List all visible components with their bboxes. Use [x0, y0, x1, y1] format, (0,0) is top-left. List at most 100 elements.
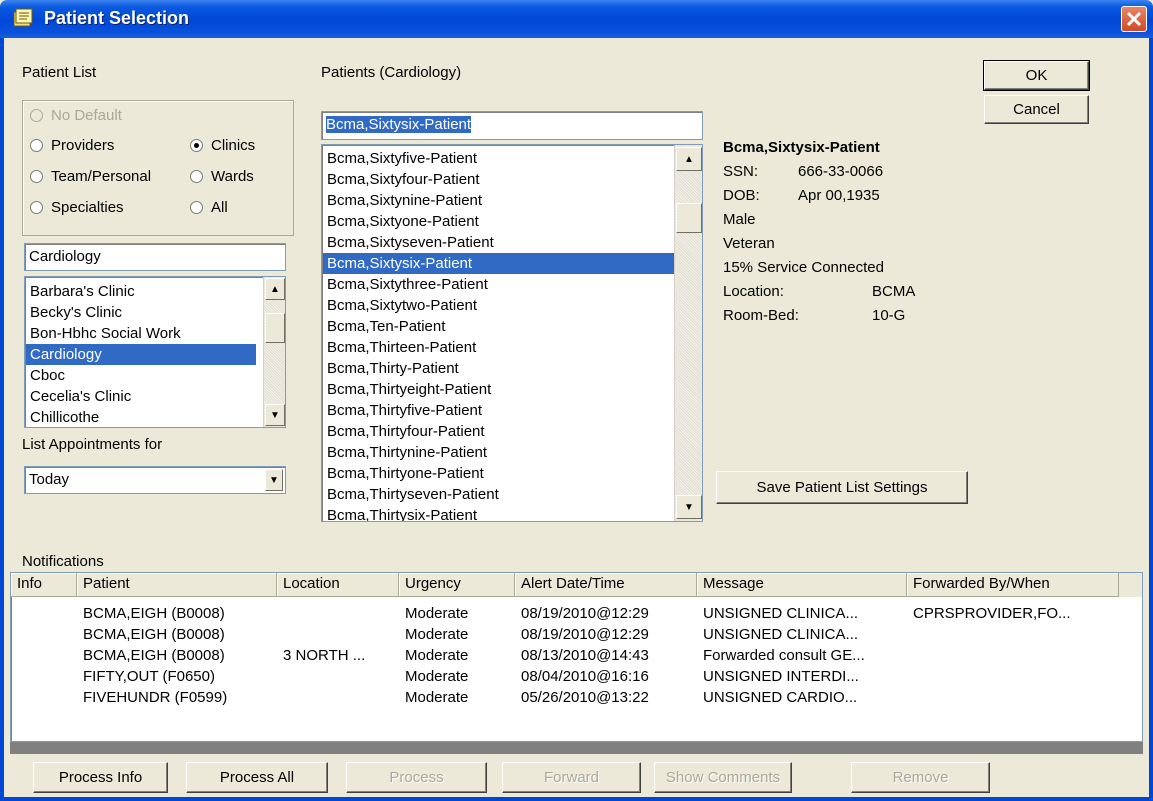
scroll-up-button[interactable]: ▲: [265, 278, 285, 300]
clinic-list-item[interactable]: Cardiology: [26, 344, 256, 365]
clinic-listbox[interactable]: Barbara's Clinic Becky's Clinic Bon-Hbhc S…: [24, 276, 286, 428]
patient-list-item[interactable]: Bcma,Sixtythree-Patient: [323, 274, 677, 295]
radio-dot: [30, 201, 43, 214]
notification-row[interactable]: BCMA,EIGH (B0008) 3 NORTH ... Moderate 08/1…: [11, 645, 1119, 666]
roombed-value: 10-G: [872, 307, 906, 324]
save-patient-list-settings-button[interactable]: Save Patient List Settings: [716, 471, 968, 504]
sex-value: Male: [723, 211, 756, 228]
cell-forwarded: [907, 624, 1119, 645]
notification-row[interactable]: FIVEHUNDR (F0599) Moderate 05/26/2010@13:2…: [11, 687, 1119, 708]
patient-list-item[interactable]: Bcma,Thirteen-Patient: [323, 337, 677, 358]
column-header[interactable]: Urgency: [399, 573, 515, 597]
notifications-table[interactable]: Info Patient Location Urgency Alert Date/Tim…: [10, 572, 1143, 742]
patient-list-item[interactable]: Bcma,Sixtytwo-Patient: [323, 295, 677, 316]
scroll-thumb[interactable]: [676, 203, 702, 233]
patient-list-item[interactable]: Bcma,Thirtyseven-Patient: [323, 484, 677, 505]
process-button[interactable]: Process: [346, 762, 487, 793]
patient-list-item[interactable]: Bcma,Sixtynine-Patient: [323, 190, 677, 211]
clinic-search-input[interactable]: Cardiology: [24, 243, 286, 271]
scroll-thumb[interactable]: [265, 313, 285, 343]
radio-all[interactable]: All: [190, 199, 228, 216]
column-header[interactable]: Message: [697, 573, 907, 597]
patient-list-item[interactable]: Bcma,Thirtyfour-Patient: [323, 421, 677, 442]
ssn-value: 666-33-0066: [798, 163, 884, 180]
cancel-button[interactable]: Cancel: [984, 95, 1089, 124]
clinic-list-item[interactable]: Becky's Clinic: [26, 302, 256, 323]
show-comments-button[interactable]: Show Comments: [654, 762, 792, 793]
scroll-up-button[interactable]: ▲: [676, 147, 702, 171]
patient-list-item[interactable]: Bcma,Sixtyone-Patient: [323, 211, 677, 232]
clinic-list-item[interactable]: Bon-Hbhc Social Work: [26, 323, 256, 344]
patient-list-item[interactable]: Bcma,Thirty-Patient: [323, 358, 677, 379]
notepad-icon: [13, 8, 33, 27]
radio-label: All: [211, 199, 228, 216]
patient-list-item[interactable]: Bcma,Ten-Patient: [323, 316, 677, 337]
up-arrow-icon: ▲: [270, 283, 280, 295]
ok-button[interactable]: OK: [983, 60, 1090, 91]
patient-search-input[interactable]: Bcma,Sixtysix-Patient: [321, 111, 703, 140]
patient-list-item[interactable]: Bcma,Thirtysix-Patient: [323, 505, 677, 521]
cell-forwarded: [907, 687, 1119, 708]
radio-clinics[interactable]: Clinics: [190, 137, 255, 154]
clinic-list-item[interactable]: Barbara's Clinic: [26, 281, 256, 302]
radio-label: No Default: [51, 107, 122, 124]
cell-datetime: 08/04/2010@16:16: [521, 668, 649, 685]
radio-specialties[interactable]: Specialties: [30, 199, 124, 216]
radio-dot: [190, 139, 203, 152]
radio-providers[interactable]: Providers: [30, 137, 114, 154]
cell-message: Forwarded consult GE...: [703, 647, 865, 664]
cell-urgency: Moderate: [405, 668, 469, 685]
clinic-list-item[interactable]: Cboc: [26, 365, 256, 386]
remove-button[interactable]: Remove: [851, 762, 990, 793]
cell-location: [277, 603, 399, 624]
cell-urgency: Moderate: [405, 626, 469, 643]
scroll-down-button[interactable]: ▼: [265, 404, 285, 426]
cell-message: UNSIGNED INTERDI...: [703, 668, 859, 685]
radio-label: Team/Personal: [51, 168, 152, 185]
patient-list-item[interactable]: Bcma,Sixtyseven-Patient: [323, 232, 677, 253]
notification-row[interactable]: BCMA,EIGH (B0008) Moderate 08/19/2010@12:2…: [11, 624, 1119, 645]
column-header[interactable]: Alert Date/Time: [515, 573, 697, 597]
process-all-button[interactable]: Process All: [186, 762, 328, 793]
down-arrow-icon: ▼: [270, 409, 280, 421]
radio-dot: [30, 170, 43, 183]
process-info-button[interactable]: Process Info: [33, 762, 168, 793]
clinic-list-item[interactable]: Chillicothe: [26, 407, 256, 427]
notification-row[interactable]: BCMA,EIGH (B0008) Moderate 08/19/2010@12:2…: [11, 603, 1119, 624]
patient-list-item[interactable]: Bcma,Thirtyfive-Patient: [323, 400, 677, 421]
cell-patient: BCMA,EIGH (B0008): [83, 626, 225, 643]
roombed-label: Room-Bed:: [723, 307, 799, 324]
cell-urgency: Moderate: [405, 647, 469, 664]
column-header[interactable]: Patient: [77, 573, 277, 597]
patient-list-item[interactable]: Bcma,Thirtynine-Patient: [323, 442, 677, 463]
patient-list-item[interactable]: Bcma,Sixtyfive-Patient: [323, 148, 677, 169]
radio-no-default[interactable]: No Default: [30, 107, 122, 124]
cell-location: 3 NORTH ...: [283, 647, 366, 664]
forward-button[interactable]: Forward: [502, 762, 641, 793]
patient-selection-window: Patient Selection Patient List No Defaul…: [0, 0, 1153, 801]
column-header[interactable]: Forwarded By/When: [907, 573, 1119, 597]
column-header[interactable]: Location: [277, 573, 399, 597]
patient-list-item[interactable]: Bcma,Thirtyeight-Patient: [323, 379, 677, 400]
cell-datetime: 08/13/2010@14:43: [521, 647, 649, 664]
dropdown-button[interactable]: ▼: [265, 469, 283, 491]
radio-label: Specialties: [51, 199, 124, 216]
radio-dot: [190, 201, 203, 214]
close-button[interactable]: [1121, 6, 1147, 32]
scroll-down-button[interactable]: ▼: [676, 495, 702, 519]
radio-wards[interactable]: Wards: [190, 168, 254, 185]
clinic-list-item[interactable]: Cecelia's Clinic: [26, 386, 256, 407]
patient-list-scrollbar[interactable]: ▲ ▼: [674, 145, 702, 521]
column-header[interactable]: Info: [11, 573, 77, 597]
patient-list-item[interactable]: Bcma,Sixtysix-Patient: [323, 253, 677, 274]
cell-urgency: Moderate: [405, 605, 469, 622]
patient-listbox[interactable]: Bcma,Sixtyfive-Patient Bcma,Sixtyfour-Pat…: [321, 144, 703, 522]
notification-row[interactable]: FIFTY,OUT (F0650) Moderate 08/04/2010@16:1…: [11, 666, 1119, 687]
clinic-list-scrollbar[interactable]: ▲ ▼: [263, 277, 285, 427]
appointments-select[interactable]: Today ▼: [24, 466, 286, 494]
radio-team-personal[interactable]: Team/Personal: [30, 168, 151, 185]
title-bar[interactable]: Patient Selection: [0, 0, 1153, 38]
patient-list-item[interactable]: Bcma,Thirtyone-Patient: [323, 463, 677, 484]
patient-list-item[interactable]: Bcma,Sixtyfour-Patient: [323, 169, 677, 190]
list-appointments-label: List Appointments for: [22, 436, 163, 453]
